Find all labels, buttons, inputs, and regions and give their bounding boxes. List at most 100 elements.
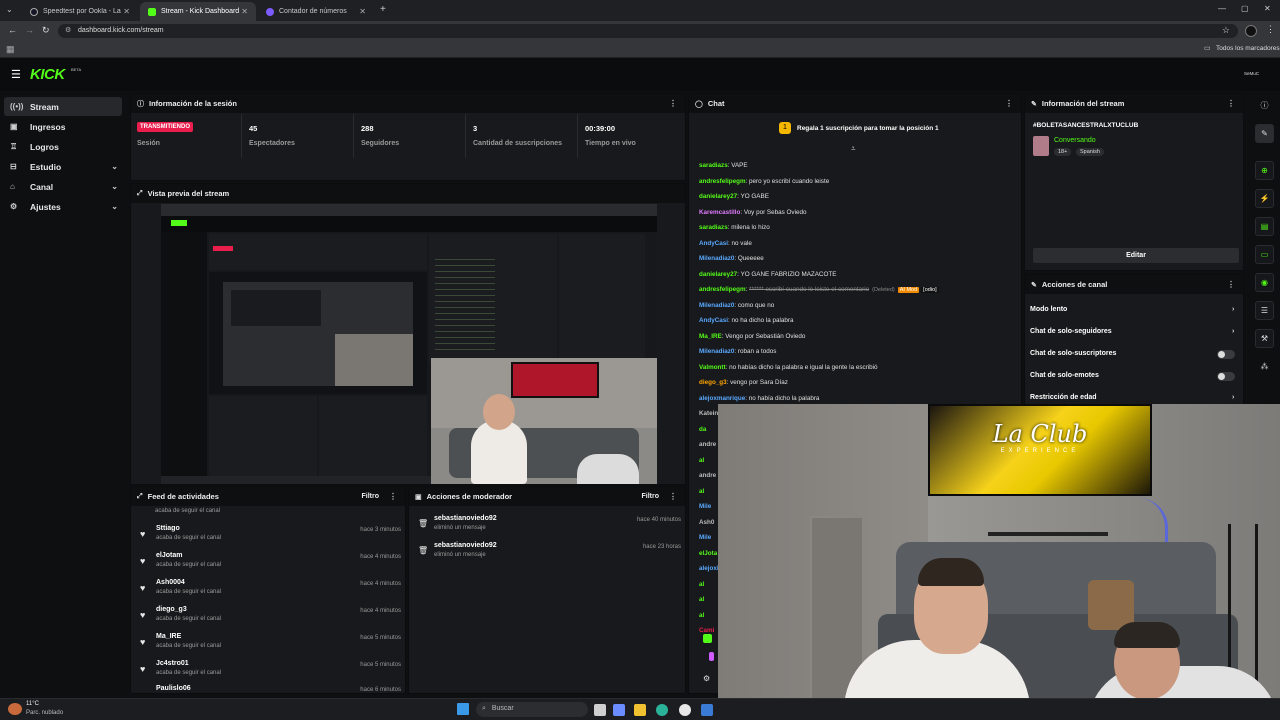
chat-username-partial[interactable]: Ash0 bbox=[699, 518, 714, 528]
chat-username[interactable]: Milenadiaz0 bbox=[699, 255, 734, 262]
subscribers-only-toggle[interactable] bbox=[1217, 350, 1235, 359]
explorer-icon[interactable] bbox=[634, 704, 646, 716]
rail-button-4[interactable]: ▭ bbox=[1255, 245, 1274, 264]
activity-username[interactable]: Jc4stro01 bbox=[156, 660, 189, 667]
filter-button[interactable]: Filtro bbox=[642, 493, 660, 500]
chat-username[interactable]: saradiazs bbox=[699, 162, 728, 169]
info-rail-button[interactable]: ⓘ bbox=[1255, 96, 1274, 115]
close-icon[interactable]: ✕ bbox=[359, 7, 366, 16]
chrome-icon[interactable] bbox=[679, 704, 691, 716]
reload-icon[interactable]: ↻ bbox=[42, 25, 50, 36]
chat-username[interactable]: andresfelipegm bbox=[699, 178, 746, 185]
tab-search-icon[interactable]: ⌄ bbox=[6, 5, 13, 14]
minimize-button[interactable]: — bbox=[1218, 4, 1226, 13]
rail-button-1[interactable]: ⊕ bbox=[1255, 161, 1274, 180]
activity-username[interactable]: Ma_IRE bbox=[156, 633, 181, 640]
more-options-icon[interactable]: ⋮ bbox=[669, 99, 677, 108]
copilot-icon[interactable] bbox=[613, 704, 625, 716]
chat-settings-icon[interactable]: ⚙ bbox=[703, 674, 710, 683]
sidebar-item-canal[interactable]: ⌂ Canal ⌄ bbox=[4, 177, 122, 196]
chat-username-partial[interactable]: al bbox=[699, 595, 704, 605]
tab-contador[interactable]: Contador de números ✕ bbox=[258, 2, 374, 21]
chat-username-partial[interactable]: Mile bbox=[699, 502, 711, 512]
site-info-icon[interactable]: ⚙ bbox=[65, 26, 71, 34]
chat-username[interactable]: Milenadiaz0 bbox=[699, 302, 734, 309]
moderator-name[interactable]: sebastianoviedo92 bbox=[434, 542, 497, 549]
activity-username[interactable]: elJotam bbox=[156, 552, 182, 559]
chat-username-partial[interactable]: andre bbox=[699, 440, 716, 450]
chat-username[interactable]: andresfelipegm bbox=[699, 286, 746, 293]
close-icon[interactable]: ✕ bbox=[123, 7, 130, 16]
more-options-icon[interactable]: ⋮ bbox=[1227, 280, 1235, 289]
app-icon[interactable] bbox=[701, 704, 713, 716]
rail-button-2[interactable]: ⚡ bbox=[1255, 189, 1274, 208]
activity-username[interactable]: Paulislo06 bbox=[156, 685, 191, 692]
sidebar-item-estudio[interactable]: ⊟ Estudio ⌄ bbox=[4, 157, 122, 176]
chat-username-partial[interactable]: al bbox=[699, 580, 704, 590]
rail-button-8[interactable]: ⁂ bbox=[1255, 357, 1274, 376]
kick-logo[interactable]: KICK bbox=[30, 66, 65, 83]
more-options-icon[interactable]: ⋮ bbox=[1005, 99, 1013, 108]
chat-username-partial[interactable]: al bbox=[699, 611, 704, 621]
sidebar-item-ingresos[interactable]: ▣ Ingresos bbox=[4, 117, 122, 136]
rail-button-3[interactable]: ▤ bbox=[1255, 217, 1274, 236]
chevron-down-icon[interactable]: ⌄ bbox=[111, 182, 118, 191]
more-options-icon[interactable]: ⋮ bbox=[669, 492, 677, 501]
pinned-gift-banner[interactable]: 1 Regala 1 suscripción para tomar la pos… bbox=[779, 122, 939, 134]
windows-start-icon[interactable] bbox=[457, 703, 469, 715]
chat-username[interactable]: Milenadiaz0 bbox=[699, 348, 734, 355]
chat-username[interactable]: danielarey27 bbox=[699, 271, 737, 278]
scroll-down-icon[interactable]: ⩡ bbox=[851, 144, 856, 154]
taskview-icon[interactable] bbox=[594, 704, 606, 716]
activity-username[interactable]: diego_g3 bbox=[156, 606, 187, 613]
activity-username[interactable]: Ash0004 bbox=[156, 579, 185, 586]
weather-icon[interactable] bbox=[8, 703, 22, 715]
maximize-button[interactable]: ▢ bbox=[1241, 4, 1249, 13]
chat-username-partial[interactable]: alejoxi bbox=[699, 564, 719, 574]
chat-username-partial[interactable]: Mile bbox=[699, 533, 711, 543]
chat-username[interactable]: Valmontt bbox=[699, 364, 726, 371]
sidebar-item-stream[interactable]: ((•)) Stream bbox=[4, 97, 122, 116]
chat-username-partial[interactable]: al bbox=[699, 487, 704, 497]
edit-button[interactable]: Editar bbox=[1033, 248, 1239, 263]
category-name[interactable]: Conversando bbox=[1054, 137, 1096, 144]
tab-kick-dashboard[interactable]: Stream - Kick Dashboard ✕ bbox=[140, 2, 256, 21]
action-followers-only[interactable]: Chat de solo-seguidores › bbox=[1030, 328, 1234, 335]
new-tab-button[interactable]: + bbox=[380, 4, 386, 15]
chat-username[interactable]: AndyCasi bbox=[699, 240, 728, 247]
menu-dots-icon[interactable]: ⋮ bbox=[1266, 24, 1275, 35]
hamburger-menu-icon[interactable]: ☰ bbox=[11, 68, 21, 81]
rail-button-7[interactable]: ⚒ bbox=[1255, 329, 1274, 348]
sidebar-item-ajustes[interactable]: ⚙ Ajustes ⌄ bbox=[4, 197, 122, 216]
edge-icon[interactable] bbox=[656, 704, 668, 716]
chat-username[interactable]: AndyCasi bbox=[699, 317, 728, 324]
address-bar[interactable]: ⚙ dashboard.kick.com/stream ☆ bbox=[58, 24, 1238, 38]
rail-button-6[interactable]: ☰ bbox=[1255, 301, 1274, 320]
bookmark-star-icon[interactable]: ☆ bbox=[1222, 25, 1230, 36]
more-options-icon[interactable]: ⋮ bbox=[389, 492, 397, 501]
taskbar-search[interactable]: ⌕ Buscar bbox=[476, 702, 588, 717]
chat-username[interactable]: danielarey27 bbox=[699, 193, 737, 200]
chevron-down-icon[interactable]: ⌄ bbox=[111, 202, 118, 211]
emotes-only-toggle[interactable] bbox=[1217, 372, 1235, 381]
back-icon[interactable]: ← bbox=[8, 25, 17, 35]
chat-username[interactable]: Karemcastillo bbox=[699, 209, 740, 216]
profile-avatar[interactable] bbox=[1245, 25, 1257, 37]
more-options-icon[interactable]: ⋮ bbox=[1227, 99, 1235, 108]
rail-button-5[interactable]: ◉ bbox=[1255, 273, 1274, 292]
chat-username-partial[interactable]: da bbox=[699, 425, 706, 435]
sidebar-item-logros[interactable]: ♖ Logros bbox=[4, 137, 122, 156]
tab-speedtest[interactable]: Speedtest por Ookla - La prueb... ✕ bbox=[22, 2, 138, 21]
edit-rail-button[interactable]: ✎ bbox=[1255, 124, 1274, 143]
apps-grid-icon[interactable]: ▦ bbox=[6, 44, 15, 55]
chat-username[interactable]: saradiazs bbox=[699, 224, 728, 231]
chat-username-partial[interactable]: andre bbox=[699, 471, 716, 481]
all-bookmarks-link[interactable]: Todos los marcadores bbox=[1216, 45, 1280, 52]
activity-username[interactable]: Sttiago bbox=[156, 525, 180, 532]
chat-username[interactable]: diego_g3 bbox=[699, 379, 727, 386]
user-tag[interactable]: SeMuC bbox=[1244, 71, 1259, 76]
stream-preview-video[interactable] bbox=[161, 204, 657, 484]
chat-username[interactable]: alejoxmanrique bbox=[699, 395, 745, 402]
action-slow-mode[interactable]: Modo lento › bbox=[1030, 306, 1234, 313]
chevron-down-icon[interactable]: ⌄ bbox=[111, 162, 118, 171]
